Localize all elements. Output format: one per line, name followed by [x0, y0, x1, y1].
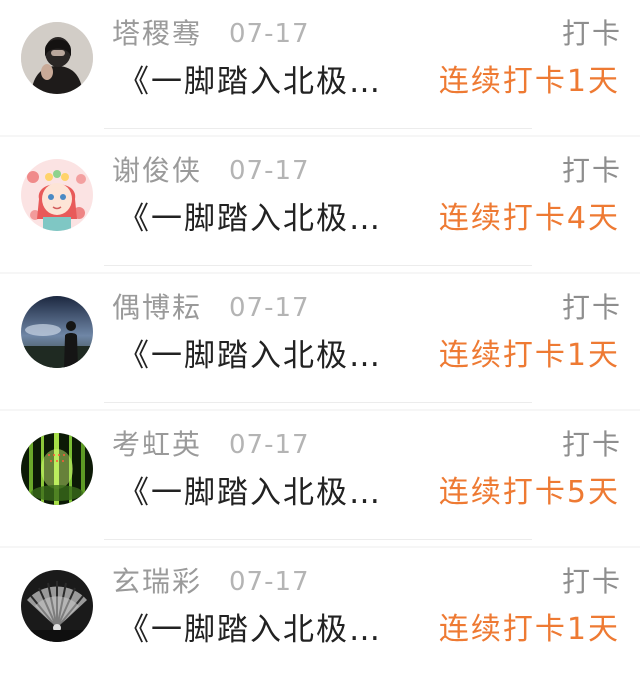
streak-badge: 连续打卡1天	[438, 612, 620, 647]
user-name[interactable]: 考虹英	[112, 425, 202, 465]
streak-badge: 连续打卡1天	[438, 64, 620, 99]
post-date: 07-17	[229, 293, 310, 323]
post-date: 07-17	[229, 567, 310, 597]
streak-badge: 连续打卡5天	[438, 475, 620, 510]
post-date: 07-17	[229, 430, 310, 460]
streak-badge: 连续打卡4天	[438, 201, 620, 236]
avatar[interactable]	[21, 22, 93, 94]
person-hood-photo-icon	[21, 22, 93, 94]
action-label: 打卡	[561, 154, 622, 187]
list-item[interactable]: 塔稷骞 07-17 打卡 《一脚踏入北极… 连续打卡1天	[0, 0, 640, 137]
action-label: 打卡	[561, 565, 622, 598]
avatar[interactable]	[21, 433, 93, 505]
list-item[interactable]: 偶博耘 07-17 打卡 《一脚踏入北极… 连续打卡1天	[0, 274, 640, 411]
monochrome-fan-icon	[21, 570, 93, 642]
post-date: 07-17	[229, 156, 310, 186]
divider	[104, 265, 532, 266]
book-title[interactable]: 《一脚踏入北极…	[118, 608, 382, 652]
user-name[interactable]: 谢俊侠	[112, 151, 202, 191]
user-name[interactable]: 玄瑞彩	[112, 562, 202, 602]
action-label: 打卡	[561, 291, 622, 324]
cartoon-girl-flowers-icon	[21, 159, 93, 231]
divider	[104, 539, 532, 540]
list-item[interactable]: 考虹英 07-17 打卡 《一脚踏入北极… 连续打卡5天	[0, 411, 640, 548]
book-title[interactable]: 《一脚踏入北极…	[118, 60, 382, 104]
divider	[104, 128, 532, 129]
bamboo-forest-icon	[21, 433, 93, 505]
divider	[104, 402, 532, 403]
user-name[interactable]: 偶博耘	[112, 288, 202, 328]
streak-badge: 连续打卡1天	[438, 338, 620, 373]
list-item[interactable]: 玄瑞彩 07-17 打卡 《一脚踏入北极… 连续打卡1天	[0, 548, 640, 685]
action-label: 打卡	[561, 17, 622, 50]
book-title[interactable]: 《一脚踏入北极…	[118, 334, 382, 378]
user-name[interactable]: 塔稷骞	[112, 14, 202, 54]
avatar[interactable]	[21, 296, 93, 368]
action-label: 打卡	[561, 428, 622, 461]
avatar[interactable]	[21, 159, 93, 231]
list-item[interactable]: 谢俊侠 07-17 打卡 《一脚踏入北极… 连续打卡4天	[0, 137, 640, 274]
avatar[interactable]	[21, 570, 93, 642]
post-date: 07-17	[229, 19, 310, 49]
book-title[interactable]: 《一脚踏入北极…	[118, 471, 382, 515]
man-silhouette-sky-icon	[21, 296, 93, 368]
checkin-feed: 塔稷骞 07-17 打卡 《一脚踏入北极… 连续打卡1天 谢俊侠 07-17 打…	[0, 0, 640, 680]
book-title[interactable]: 《一脚踏入北极…	[118, 197, 382, 241]
